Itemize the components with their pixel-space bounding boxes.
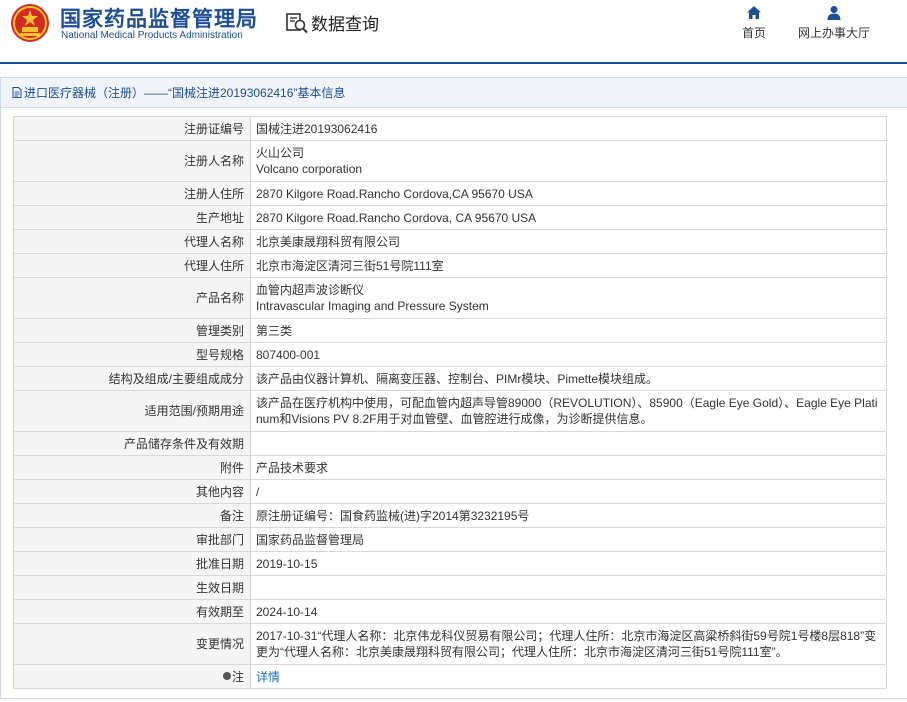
field-value: 2870 Kilgore Road.Rancho Cordova, CA 956…	[250, 205, 887, 230]
table-row: 其他内容 /	[13, 479, 887, 504]
table-row: 型号规格 807400-001	[13, 342, 887, 367]
national-emblem-icon	[11, 4, 49, 42]
table-row: 审批部门 国家药品监督管理局	[13, 527, 887, 552]
field-value: 产品技术要求	[250, 455, 887, 480]
brand-title-en: National Medical Products Administration	[61, 30, 243, 41]
field-value: 火山公司 Volcano corporation	[250, 140, 887, 182]
table-row: 代理人名称 北京美康晟翔科贸有限公司	[13, 229, 887, 254]
field-value-line: 血管内超声波诊断仪	[256, 283, 365, 297]
field-value: /	[250, 479, 887, 504]
table-row: 适用范围/预期用途 该产品在医疗机构中使用，可配血管内超声导管89000（REV…	[13, 390, 887, 432]
field-label: 结构及组成/主要组成成分	[13, 366, 251, 391]
home-icon	[747, 6, 761, 19]
data-search-icon	[286, 12, 308, 33]
table-row: 注册人住所 2870 Kilgore Road.Rancho Cordova,C…	[13, 181, 887, 206]
detail-panel: 进口医疗器械（注册）——“国械注进20193062416”基本信息 注册证编号 …	[0, 77, 907, 699]
field-value-line: Volcano corporation	[256, 162, 363, 176]
field-value: 2019-10-15	[250, 551, 887, 576]
field-value	[250, 431, 887, 456]
field-value: 北京美康晟翔科贸有限公司	[250, 229, 887, 254]
table-row: 产品名称 血管内超声波诊断仪 Intravascular Imaging and…	[13, 277, 887, 319]
field-value: 第三类	[250, 318, 887, 343]
field-value: 国械注进20193062416	[250, 116, 887, 141]
field-value: 北京市海淀区清河三街51号院111室	[250, 253, 887, 278]
field-label: 注册证编号	[13, 116, 251, 141]
field-value: 2017-10-31“代理人名称：北京伟龙科仪贸易有限公司；代理人住所：北京市海…	[250, 623, 887, 665]
nav-online-hall-label: 网上办事大厅	[797, 26, 870, 40]
nav-home[interactable]: 首页	[738, 5, 770, 41]
table-row: 注 详情	[13, 664, 887, 689]
table-row: 备注 原注册证编号：国食药监械(进)字2014第3232195号	[13, 503, 887, 528]
details-link[interactable]: 详情	[256, 670, 280, 684]
panel-title: 进口医疗器械（注册）——“国械注进20193062416”基本信息	[24, 86, 346, 100]
field-label: 有效期至	[13, 599, 251, 624]
nav-online-hall[interactable]: 网上办事大厅	[794, 5, 874, 41]
field-value: 807400-001	[250, 342, 887, 367]
field-value	[250, 575, 887, 600]
table-row: 产品储存条件及有效期	[13, 431, 887, 456]
panel-title-bar: 进口医疗器械（注册）——“国械注进20193062416”基本信息	[1, 78, 907, 108]
document-icon	[12, 87, 22, 98]
data-query-link[interactable]: 数据查询	[285, 10, 379, 35]
field-label: 批准日期	[13, 551, 251, 576]
field-label: 产品储存条件及有效期	[13, 431, 251, 456]
field-value: 国家药品监督管理局	[250, 527, 887, 552]
field-label: 审批部门	[13, 527, 251, 552]
field-label: 生产地址	[13, 205, 251, 230]
field-value: 血管内超声波诊断仪 Intravascular Imaging and Pres…	[250, 277, 887, 319]
field-label: 附件	[13, 455, 251, 480]
field-label: 注册人名称	[13, 140, 251, 182]
brand-title-cn: 国家药品监督管理局	[60, 8, 258, 31]
table-row: 结构及组成/主要组成成分 该产品由仪器计算机、隔离变压器、控制台、PIMr模块、…	[13, 366, 887, 391]
field-label: 型号规格	[13, 342, 251, 367]
table-row: 生产地址 2870 Kilgore Road.Rancho Cordova, C…	[13, 205, 887, 230]
note-label: 注	[231, 669, 244, 684]
field-value: 该产品由仪器计算机、隔离变压器、控制台、PIMr模块、Pimette模块组成。	[250, 366, 887, 391]
field-label: 生效日期	[13, 575, 251, 600]
table-row: 变更情况 2017-10-31“代理人名称：北京伟龙科仪贸易有限公司；代理人住所…	[13, 623, 887, 665]
header-divider	[0, 62, 907, 64]
field-label: 产品名称	[13, 277, 251, 319]
table-row: 批准日期 2019-10-15	[13, 551, 887, 576]
table-row: 管理类别 第三类	[13, 318, 887, 343]
field-label: 备注	[13, 503, 251, 528]
field-value: 2024-10-14	[250, 599, 887, 624]
nav-home-label: 首页	[741, 26, 766, 40]
field-value: 2870 Kilgore Road.Rancho Cordova,CA 9567…	[250, 181, 887, 206]
field-label: 代理人名称	[13, 229, 251, 254]
field-value-line: Intravascular Imaging and Pressure Syste…	[256, 299, 489, 313]
table-row: 生效日期	[13, 575, 887, 600]
field-value: 该产品在医疗机构中使用，可配血管内超声导管89000（REVOLUTION）、8…	[250, 390, 887, 432]
note-icon	[222, 672, 231, 681]
field-label: 注册人住所	[13, 181, 251, 206]
table-row: 有效期至 2024-10-14	[13, 599, 887, 624]
field-label: 变更情况	[13, 623, 251, 665]
table-row: 代理人住所 北京市海淀区清河三街51号院111室	[13, 253, 887, 278]
table-row: 附件 产品技术要求	[13, 455, 887, 480]
table-row: 注册证编号 国械注进20193062416	[13, 116, 887, 141]
field-label: 注	[13, 664, 251, 689]
table-row: 注册人名称 火山公司 Volcano corporation	[13, 140, 887, 182]
field-label: 适用范围/预期用途	[13, 390, 251, 432]
field-value: 原注册证编号：国食药监械(进)字2014第3232195号	[250, 503, 887, 528]
field-label: 管理类别	[13, 318, 251, 343]
person-icon	[827, 6, 841, 20]
field-label: 代理人住所	[13, 253, 251, 278]
site-header: 国家药品监督管理局 National Medical Products Admi…	[0, 0, 907, 62]
field-value-line: 火山公司	[256, 146, 305, 160]
data-query-label: 数据查询	[311, 15, 379, 34]
registration-info-table: 注册证编号 国械注进20193062416 注册人名称 火山公司 Volcano…	[13, 116, 887, 689]
field-value: 详情	[250, 664, 887, 689]
field-label: 其他内容	[13, 479, 251, 504]
